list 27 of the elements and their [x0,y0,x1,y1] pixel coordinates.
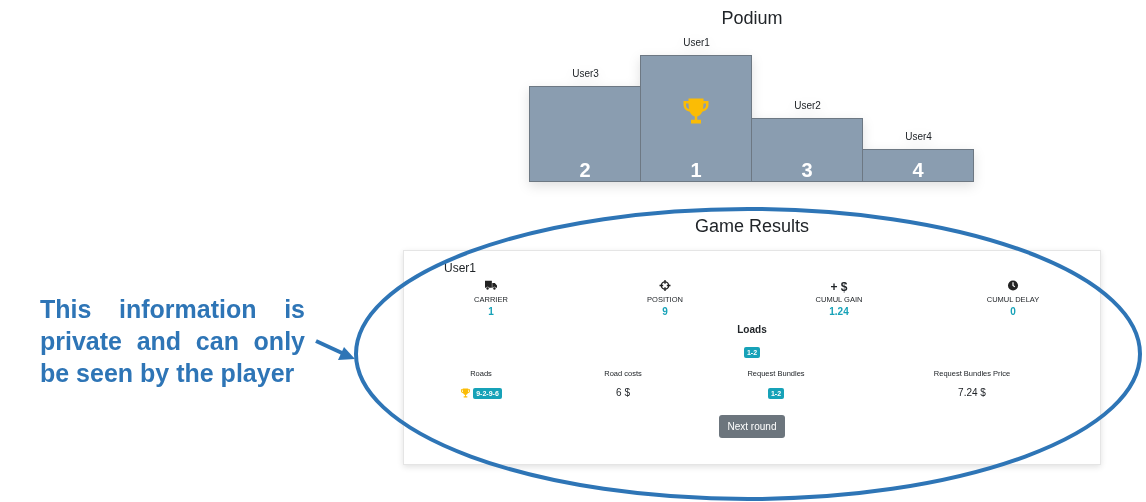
trophy-icon [681,96,711,125]
player-name: User2 [794,100,821,111]
annotation-text: This information is private and can only be seen by the player [40,294,305,389]
pointer-arrow [315,339,355,360]
trophy-icon [460,388,472,398]
player-name: User1 [444,261,476,275]
stat-value: 0 [1010,305,1016,318]
results-title: Game Results [694,215,809,237]
detail-value: 6 $ [616,387,630,399]
podium-title: Podium [721,7,783,29]
truck-icon [485,280,497,291]
rank-number: 4 [912,159,924,181]
stat-value: 9 [662,305,668,318]
rank-number: 2 [579,159,591,181]
gain-symbol: + $ [830,280,848,294]
player-name: User4 [905,131,932,142]
crosshair-icon [659,280,671,291]
loads-title: Loads [737,324,767,335]
detail-value: 7.24 $ [958,387,986,399]
rank-number: 1 [690,159,702,181]
player-name: User1 [683,37,710,48]
next-round-button[interactable]: Next round [718,415,786,438]
player-name: User3 [572,68,599,79]
clock-icon [1007,280,1019,291]
rank-number: 3 [801,159,813,181]
stat-value: 1.24 [829,305,849,318]
stat-value: 1 [488,305,494,318]
